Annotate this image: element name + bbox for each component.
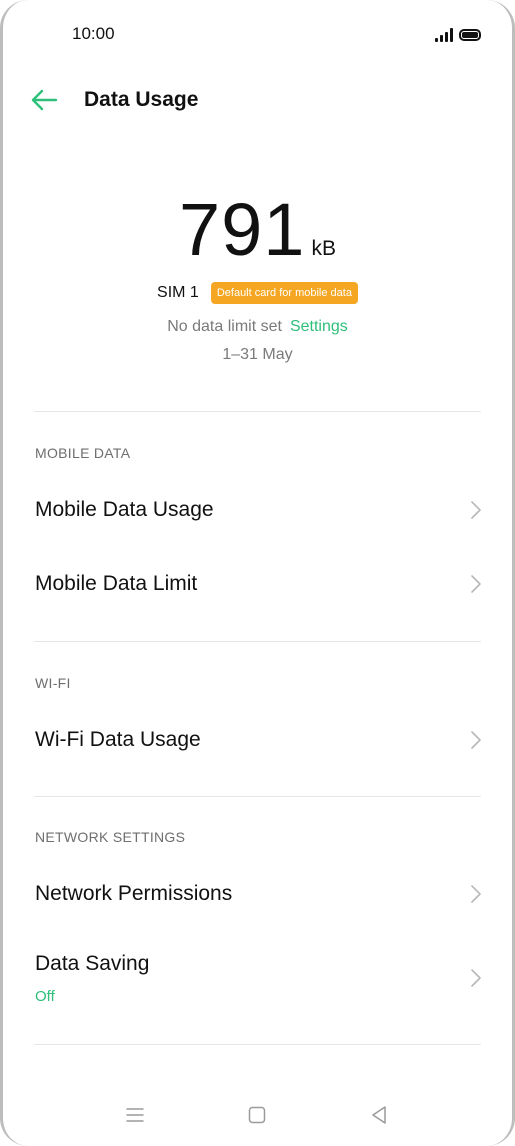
- settings-link[interactable]: Settings: [290, 318, 348, 335]
- usage-value-row: 791 kB: [0, 190, 515, 270]
- system-nav-bar: [0, 1095, 515, 1135]
- limit-text: No data limit set: [167, 318, 282, 335]
- section-header-wifi: WI-FI: [35, 675, 71, 691]
- battery-icon: [459, 29, 481, 41]
- status-bar: 10:00: [0, 0, 515, 70]
- divider: [34, 411, 481, 412]
- chevron-right-icon: [471, 885, 481, 903]
- chevron-right-icon: [471, 501, 481, 519]
- section-header-mobile-data: MOBILE DATA: [35, 445, 131, 461]
- item-label: Mobile Data Usage: [35, 498, 214, 521]
- period-text: 1–31 May: [222, 346, 293, 363]
- chevron-right-icon: [471, 969, 481, 987]
- list-item-mobile-data-limit[interactable]: Mobile Data Limit: [0, 558, 515, 618]
- usage-summary: 791 kB SIM 1 Default card for mobile dat…: [0, 190, 515, 364]
- app-header: Data Usage: [0, 76, 515, 126]
- divider: [34, 796, 481, 797]
- divider: [34, 641, 481, 642]
- sim-row: SIM 1 Default card for mobile data: [0, 280, 515, 306]
- chevron-right-icon: [471, 731, 481, 749]
- section-header-network-settings: NETWORK SETTINGS: [35, 829, 186, 845]
- list-item-wifi-data-usage[interactable]: Wi-Fi Data Usage: [0, 714, 515, 774]
- default-card-badge: Default card for mobile data: [210, 282, 358, 304]
- item-label: Network Permissions: [35, 882, 233, 905]
- list-item-data-saving[interactable]: Data Saving Off: [0, 940, 515, 1020]
- usage-value: 791: [179, 188, 306, 271]
- status-time: 10:00: [72, 24, 115, 43]
- usage-unit: kB: [311, 237, 336, 260]
- limit-row: No data limit set Settings: [0, 318, 515, 340]
- item-label: Mobile Data Limit: [35, 572, 198, 595]
- item-status: Off: [35, 988, 55, 1005]
- item-label: Wi-Fi Data Usage: [35, 728, 201, 751]
- item-label: Data Saving: [35, 952, 150, 975]
- page-title: Data Usage: [84, 88, 199, 111]
- list-item-mobile-data-usage[interactable]: Mobile Data Usage: [0, 484, 515, 544]
- home-icon[interactable]: [245, 1103, 269, 1127]
- signal-icon: [435, 28, 453, 42]
- list-item-network-permissions[interactable]: Network Permissions: [0, 868, 515, 928]
- back-triangle-icon[interactable]: [367, 1103, 391, 1127]
- chevron-right-icon: [471, 575, 481, 593]
- menu-icon[interactable]: [123, 1103, 147, 1127]
- divider: [34, 1044, 481, 1045]
- status-icons: [435, 24, 481, 42]
- arrow-left-icon[interactable]: [30, 88, 58, 112]
- sim-label: SIM 1: [157, 284, 199, 301]
